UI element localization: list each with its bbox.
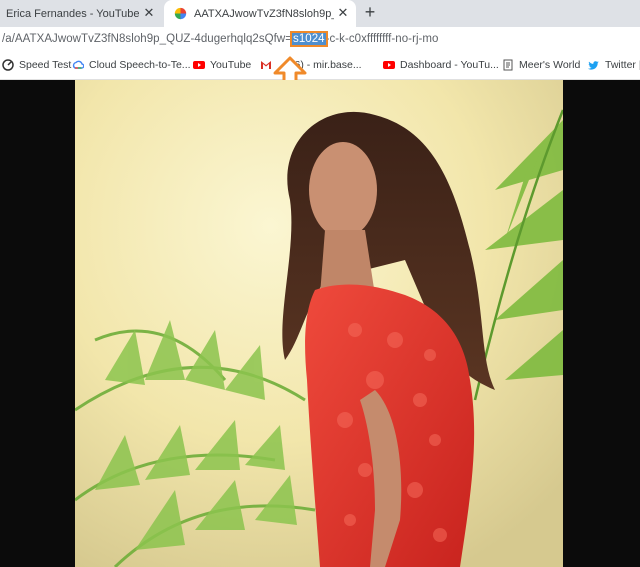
bookmark-meers-world[interactable]: Meer's World (502, 59, 580, 71)
google-photos-icon (174, 7, 187, 20)
bookmark-speed-test[interactable]: Speed Test (2, 59, 71, 71)
tab-youtube[interactable]: Erica Fernandes - YouTube ✕ (0, 0, 162, 27)
tab-strip: Erica Fernandes - YouTube ✕ AATXAJwowTvZ… (0, 0, 640, 27)
bookmark-label: Twitter | (605, 59, 640, 71)
new-tab-button[interactable]: + (362, 3, 378, 21)
address-bar[interactable]: /a/AATXAJwowTvZ3fN8sloh9p_QUZ-4dugerhqlq… (0, 27, 640, 53)
bookmark-label: Dashboard - YouTu... (400, 59, 499, 71)
close-tab-icon[interactable]: ✕ (142, 6, 156, 20)
bookmark-label: Speed Test (19, 59, 72, 71)
bookmark-label: Meer's World (519, 59, 581, 71)
url-suffix: -c-k-c0xffffffff-no-rj-mo (325, 33, 439, 45)
gmail-icon (261, 61, 271, 69)
portrait-photo (75, 80, 563, 567)
tab-title: Erica Fernandes - YouTube (6, 7, 140, 20)
url-selected-size: s1024 (290, 31, 328, 47)
google-cloud-icon (72, 60, 84, 69)
url-text[interactable]: /a/AATXAJwowTvZ3fN8sloh9p_QUZ-4dugerhqlq… (2, 31, 439, 47)
tab-title: AATXAJwowTvZ3fN8sloh9p_QUZ (194, 7, 334, 20)
close-tab-icon[interactable]: ✕ (336, 6, 350, 20)
bookmark-cloud-speech[interactable]: Cloud Speech-to-Te... (72, 59, 191, 71)
youtube-icon (193, 61, 205, 69)
bookmark-label: YouTube (210, 59, 252, 71)
url-prefix: /a/AATXAJwowTvZ3fN8sloh9p_QUZ-4dugerhqlq… (2, 33, 293, 45)
bookmark-youtube[interactable]: YouTube (193, 59, 251, 71)
twitter-icon (588, 61, 599, 70)
bookmark-page-icon (503, 59, 513, 71)
youtube-icon (383, 61, 395, 69)
bookmarks-bar: Speed Test Cloud Speech-to-Te... YouTube… (0, 53, 640, 80)
speedometer-icon (2, 59, 14, 71)
bookmark-dashboard[interactable]: Dashboard - YouTu... (383, 59, 499, 71)
bookmark-label: Cloud Speech-to-Te... (89, 59, 191, 71)
image-viewer (0, 80, 640, 567)
tab-image-active[interactable]: AATXAJwowTvZ3fN8sloh9p_QUZ ✕ (164, 0, 356, 27)
bookmark-twitter[interactable]: Twitter | (588, 59, 640, 71)
